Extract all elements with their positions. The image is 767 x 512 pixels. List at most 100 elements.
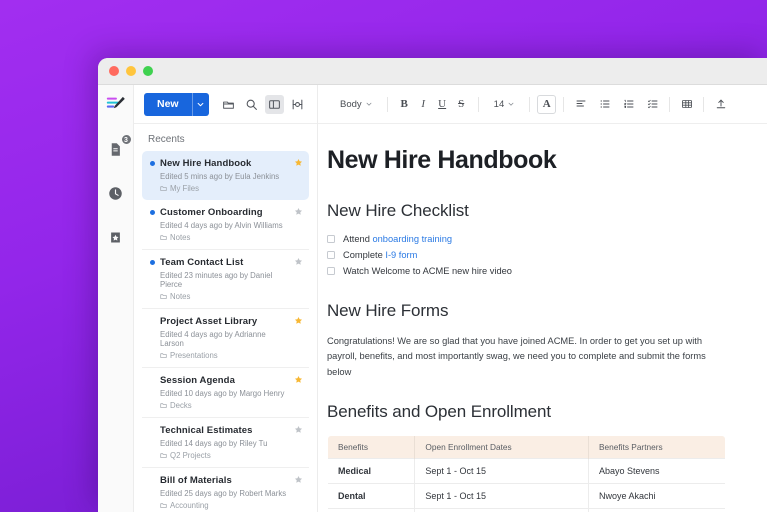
upload-button[interactable] [711, 95, 730, 114]
text-color-label: A [542, 98, 551, 110]
app-logo[interactable] [105, 94, 127, 116]
document-item-title: Team Contact List [160, 257, 244, 268]
favorite-star-button[interactable] [294, 257, 303, 266]
checklist-item[interactable]: Complete I-9 form [327, 250, 753, 260]
new-button-dropdown[interactable] [191, 92, 209, 116]
document-item-folder-label: Accounting [170, 501, 209, 510]
unread-dot [150, 260, 155, 265]
document-item-meta: Edited 25 days ago by Robert Marks [160, 489, 287, 498]
bulleted-list-button[interactable] [595, 95, 614, 114]
document-item-folder: Presentations [150, 351, 289, 360]
benefits-table-cell: Sept 1 - Oct 15 [414, 457, 589, 484]
document-item-folder: Accounting [150, 501, 289, 510]
text-color-button[interactable]: A [537, 94, 557, 114]
toolbar-divider [529, 96, 531, 112]
checklist-text: Attend onboarding training [343, 234, 452, 244]
split-view-button[interactable] [288, 95, 307, 114]
document-list-item[interactable]: Project Asset Library Edited 4 days ago b… [142, 308, 309, 367]
numbered-list-button[interactable] [619, 95, 638, 114]
maximize-button[interactable] [143, 66, 153, 76]
benefits-table-row: Medical Sept 1 - Oct 15 Abayo Stevens [328, 457, 725, 484]
sidebar-toolbar: New [134, 85, 317, 124]
document-title-row: Bill of Materials [150, 475, 289, 486]
folder-button[interactable] [219, 95, 238, 114]
new-button-group: New [144, 92, 209, 116]
checklist-heading: New Hire Checklist [327, 201, 469, 220]
checklist-button[interactable] [643, 95, 662, 114]
folder-icon [160, 453, 167, 458]
panel-toggle-button[interactable] [265, 94, 284, 114]
new-button[interactable]: New [144, 92, 192, 116]
document-title-row: Team Contact List [150, 257, 289, 268]
bold-button[interactable]: B [395, 95, 414, 114]
checklist-link[interactable]: onboarding training [372, 234, 452, 244]
benefits-table-row: Dental Sept 1 - Oct 15 Nwoye Akachi [328, 482, 725, 509]
underline-button[interactable]: U [433, 95, 452, 114]
document-item-folder: Notes [150, 233, 289, 242]
document-list-item[interactable]: New Hire Handbook Edited 5 mins ago by Eu… [142, 151, 309, 200]
sidebar-tool-icons [219, 94, 307, 114]
checklist-text-prefix: Watch Welcome to ACME new hire video [343, 266, 512, 276]
checklist-item[interactable]: Watch Welcome to ACME new hire video [327, 266, 753, 276]
document-item-title: Project Asset Library [160, 316, 258, 327]
app-body: 3 New Recents New Hire Handbook Edited 5… [98, 85, 767, 512]
rail-item-documents[interactable]: 3 [105, 134, 132, 160]
folder-icon [160, 403, 167, 408]
align-left-button[interactable] [571, 95, 590, 114]
benefits-table-header-cell: Open Enrollment Dates [414, 435, 589, 459]
document-list-item[interactable]: Team Contact List Edited 23 minutes ago b… [142, 249, 309, 308]
italic-label: I [421, 98, 425, 110]
paragraph-style-select[interactable]: Body [332, 99, 380, 110]
rail-item-recent[interactable] [105, 182, 127, 204]
checklist-checkbox[interactable] [327, 235, 335, 243]
star-icon [294, 158, 303, 166]
table-icon [681, 100, 692, 108]
document-item-folder: Q2 Projects [150, 451, 289, 460]
italic-button[interactable]: I [414, 95, 433, 114]
document-item-title: Technical Estimates [160, 425, 253, 436]
document-canvas[interactable]: New Hire Handbook New Hire Checklist Att… [318, 124, 767, 512]
folder-icon [160, 353, 167, 358]
insert-table-button[interactable] [677, 95, 696, 114]
favorite-star-button[interactable] [294, 207, 303, 216]
document-list-item[interactable]: Customer Onboarding Edited 4 days ago by … [142, 200, 309, 249]
recents-label: Recents [148, 134, 185, 145]
folder-icon [160, 235, 167, 240]
document-list: New Hire Handbook Edited 5 mins ago by Eu… [142, 151, 309, 512]
checklist-checkbox[interactable] [327, 251, 335, 259]
benefits-table-header-row: Benefits Open Enrollment Dates Benefits Pa… [328, 435, 725, 459]
document-item-meta: Edited 14 days ago by Riley Tu [160, 439, 268, 448]
benefits-table-header-cell: Benefits Partners [588, 435, 725, 459]
favorite-star-button[interactable] [294, 425, 303, 434]
bold-label: B [400, 98, 408, 110]
favorite-star-button[interactable] [294, 316, 303, 325]
rail-item-favorites[interactable] [105, 226, 127, 248]
favorite-star-button[interactable] [294, 375, 303, 384]
checklist-link[interactable]: I-9 form [385, 250, 417, 260]
document-list-item[interactable]: Technical Estimates Edited 14 days ago by… [142, 417, 309, 467]
unread-dot [150, 161, 155, 166]
font-size-select[interactable]: 14 [486, 99, 523, 110]
strikethrough-label: S [458, 98, 465, 110]
documents-badge: 3 [120, 134, 132, 145]
search-button[interactable] [242, 95, 261, 114]
document-list-item[interactable]: Session Agenda Edited 10 days ago by Marg… [142, 367, 309, 417]
checklist-icon [647, 99, 658, 109]
favorite-star-button[interactable] [294, 158, 303, 167]
checklist-text-prefix: Complete [343, 250, 386, 260]
document-item-folder-label: My Files [170, 184, 200, 193]
favorite-star-button[interactable] [294, 475, 303, 484]
minimize-button[interactable] [126, 66, 136, 76]
toolbar-divider [563, 96, 565, 112]
checklist-item[interactable]: Attend onboarding training [327, 234, 753, 244]
toolbar-divider [477, 96, 479, 112]
benefits-table-body: Medical Sept 1 - Oct 15 Abayo Stevens Denta… [328, 457, 725, 512]
document-list-item[interactable]: Bill of Materials Edited 25 days ago by R… [142, 467, 309, 512]
checklist-checkbox[interactable] [327, 267, 335, 275]
document-title-row: Technical Estimates [150, 425, 289, 436]
document-item-meta: Edited 23 minutes ago by Daniel Pierce [160, 271, 273, 289]
folder-icon [223, 101, 234, 109]
benefits-table-cell: Abbie Wilson [588, 507, 725, 512]
close-button[interactable] [109, 66, 119, 76]
strikethrough-button[interactable]: S [452, 95, 471, 114]
